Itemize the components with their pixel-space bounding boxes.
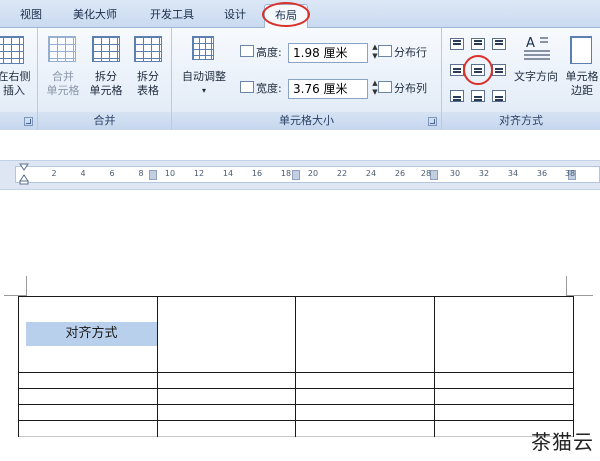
ruler-number: 34 — [507, 169, 519, 178]
highlight-ring-layout-tab — [262, 2, 310, 27]
distribute-rows-button[interactable]: 分布行 — [394, 46, 440, 60]
svg-text:A: A — [526, 36, 535, 51]
align-top-right-icon[interactable] — [492, 38, 506, 50]
group-merge: 合并 单元格 拆分 单元格 拆分 表格 合并 — [38, 28, 172, 130]
horizontal-ruler[interactable]: 2 4 6 8 10 12 14 16 18 20 22 24 26 28 30… — [15, 166, 600, 183]
autofit-icon — [192, 36, 214, 60]
align-middle-left-icon[interactable] — [450, 64, 464, 76]
align-bottom-center-icon[interactable] — [471, 90, 485, 102]
group-cell-size: 自动调整 ▾ 高度: 1.98 厘米 ▲ ▼ 宽度: 3.76 厘米 ▲ ▼ 分布行… — [172, 28, 442, 130]
column-marker-icon[interactable] — [149, 170, 157, 180]
cell-margins-icon — [570, 36, 592, 64]
insert-right-button[interactable]: 在右侧 插入 — [0, 70, 34, 98]
table-border — [573, 296, 574, 437]
ruler-area: 2 4 6 8 10 12 14 16 18 20 22 24 26 28 30… — [0, 160, 600, 190]
crop-mark — [566, 276, 567, 296]
split-table-icon — [134, 36, 162, 62]
watermark: 茶猫云 — [531, 430, 594, 454]
group-title-merge: 合并 — [38, 112, 171, 130]
table-border — [18, 388, 574, 389]
distribute-rows-icon — [378, 45, 392, 57]
align-bottom-left-icon[interactable] — [450, 90, 464, 102]
ruler-number: 30 — [449, 169, 461, 178]
document-table[interactable] — [18, 296, 574, 438]
group-title-alignment: 对齐方式 — [442, 112, 600, 130]
ruler-number: 32 — [478, 169, 490, 178]
insert-right-icon — [0, 36, 24, 64]
table-border — [18, 372, 574, 373]
ruler-number: 24 — [365, 169, 377, 178]
tab-beautify[interactable]: 美化大师 — [62, 4, 128, 28]
ruler-number: 22 — [336, 169, 348, 178]
ruler-number: 4 — [80, 169, 86, 178]
ruler-number: 12 — [193, 169, 205, 178]
ruler-number: 28 — [420, 169, 432, 178]
tab-developer[interactable]: 开发工具 — [140, 4, 204, 28]
tab-design[interactable]: 设计 — [215, 4, 255, 28]
split-cells-icon — [92, 36, 120, 62]
ruler-number: 6 — [109, 169, 115, 178]
height-label: 高度: — [256, 46, 282, 59]
table-border — [18, 404, 574, 405]
group-title-cell-size: 单元格大小 — [172, 112, 441, 130]
table-border — [18, 420, 574, 421]
ruler-number: 36 — [536, 169, 548, 178]
text-direction-button[interactable]: 文字方向 — [510, 70, 562, 84]
table-border — [18, 436, 574, 437]
ruler-number: 10 — [164, 169, 176, 178]
cell-margins-button[interactable]: 单元格 边距 — [560, 70, 600, 98]
table-border — [18, 296, 574, 297]
tab-view[interactable]: 视图 — [12, 4, 50, 28]
text-direction-icon: A — [522, 34, 552, 62]
row-height-icon — [240, 45, 254, 57]
indent-marker-icon[interactable] — [19, 163, 29, 185]
split-cells-button[interactable]: 拆分 单元格 — [84, 70, 128, 98]
width-field[interactable]: 3.76 厘米 — [288, 79, 368, 99]
column-width-icon — [240, 81, 254, 93]
align-middle-right-icon[interactable] — [492, 64, 506, 76]
table-cell-text[interactable]: 对齐方式 — [26, 322, 157, 346]
highlight-ring-align-button — [463, 55, 493, 85]
chevron-down-icon: ▾ — [201, 86, 206, 95]
dialog-launcher-icon[interactable] — [24, 117, 33, 126]
width-label: 宽度: — [256, 82, 282, 95]
table-border — [295, 296, 296, 437]
merge-cells-icon — [48, 36, 76, 62]
merge-cells-button[interactable]: 合并 单元格 — [42, 70, 84, 98]
ruler-number: 26 — [394, 169, 406, 178]
split-table-button[interactable]: 拆分 表格 — [128, 70, 168, 98]
table-border — [18, 296, 19, 437]
dialog-launcher-icon[interactable] — [428, 117, 437, 126]
crop-mark — [26, 276, 27, 296]
align-top-center-icon[interactable] — [471, 38, 485, 50]
ruler-number: 8 — [138, 169, 144, 178]
ruler-number: 14 — [222, 169, 234, 178]
ruler-number: 18 — [280, 169, 292, 178]
ruler-number: 20 — [307, 169, 319, 178]
distribute-columns-button[interactable]: 分布列 — [394, 82, 440, 96]
table-border — [434, 296, 435, 437]
autofit-button[interactable]: 自动调整 ▾ — [174, 70, 234, 98]
ribbon-panel: 在右侧 插入 合并 单元格 拆分 单元格 拆分 表格 合并 自动调整 ▾ 高度:… — [0, 28, 600, 130]
distribute-columns-icon — [378, 81, 392, 93]
ruler-number: 38 — [564, 169, 576, 178]
align-bottom-right-icon[interactable] — [492, 90, 506, 102]
table-border — [157, 296, 158, 437]
align-top-left-icon[interactable] — [450, 38, 464, 50]
height-field[interactable]: 1.98 厘米 — [288, 43, 368, 63]
ruler-number: 2 — [51, 169, 57, 178]
group-rows-columns: 在右侧 插入 — [0, 28, 38, 130]
ruler-number: 16 — [251, 169, 263, 178]
